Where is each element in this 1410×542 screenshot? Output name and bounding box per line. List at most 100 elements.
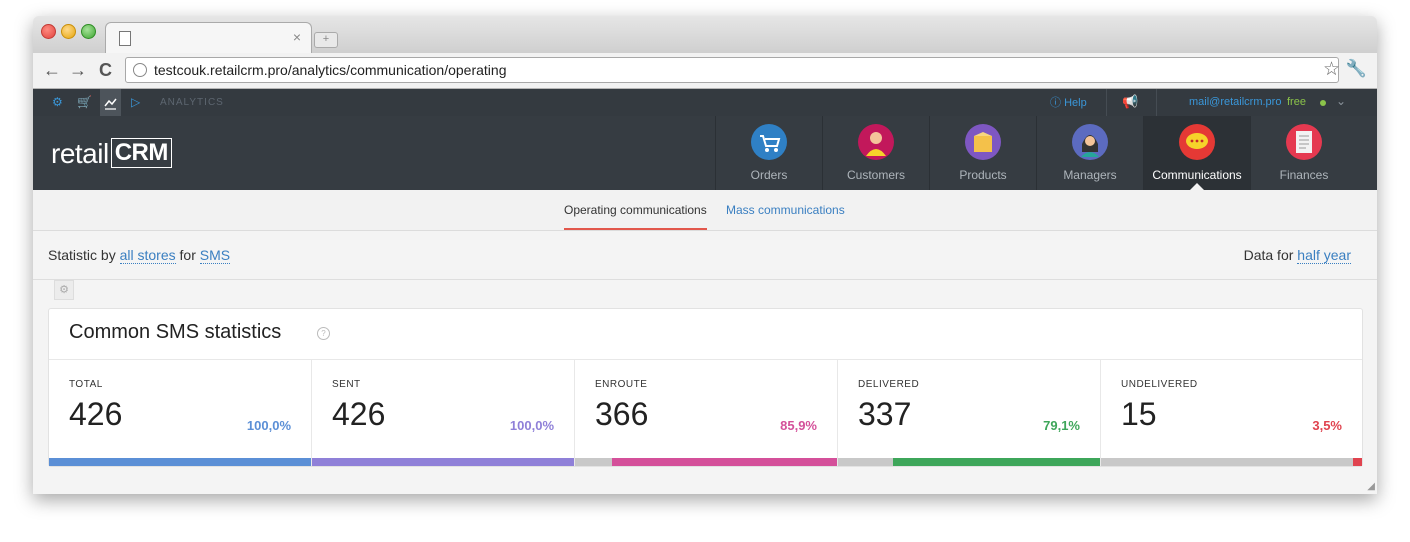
stat-label: UNDELIVERED [1121, 379, 1198, 390]
menu-products[interactable]: Products [929, 116, 1036, 190]
settings-gear-icon[interactable]: ⚙ [52, 95, 63, 109]
logo-crm: CRM [110, 138, 172, 168]
tab-mass-communications[interactable]: Mass communications [726, 203, 845, 217]
filter-for: for [179, 247, 196, 263]
help-link[interactable]: ⓘ Help [1050, 94, 1087, 110]
customer-icon [858, 124, 894, 160]
card-title: Common SMS statistics [69, 321, 282, 343]
stat-value: 426 [69, 396, 123, 432]
period-link[interactable]: half year [1297, 247, 1351, 264]
stat-value: 366 [595, 396, 649, 432]
back-arrow-icon[interactable]: ← [43, 60, 61, 81]
minimize-window-button[interactable] [61, 24, 76, 39]
divider [1106, 89, 1107, 116]
retailcrm-logo[interactable]: retail CRM [51, 138, 172, 170]
stat-percent: 85,9% [780, 418, 817, 433]
active-caret [1190, 183, 1204, 190]
menu-finances[interactable]: Finances [1250, 116, 1357, 190]
stat-sent: SENT 426 100,0% [312, 360, 575, 466]
stores-link[interactable]: all stores [119, 247, 176, 264]
stat-label: SENT [332, 379, 361, 390]
data-for-label: Data for [1243, 247, 1294, 263]
play-icon[interactable]: ▷ [131, 95, 140, 109]
progress-fill [892, 458, 1100, 466]
filter-prefix: Statistic by [48, 247, 116, 263]
stat-percent: 3,5% [1312, 418, 1342, 433]
sms-statistics-card: Common SMS statistics ? TOTAL 426 100,0%… [48, 308, 1363, 467]
account-email[interactable]: mail@retailcrm.pro [1189, 96, 1281, 108]
progress-track [575, 458, 837, 466]
close-tab-icon[interactable]: × [293, 29, 301, 45]
stat-percent: 100,0% [246, 418, 291, 433]
app-header: retail CRM Orders Customers Products Mana… [33, 116, 1377, 190]
menu-label: Managers [1063, 168, 1117, 182]
new-tab-button[interactable]: + [314, 32, 338, 48]
section-label: ANALYTICS [160, 97, 224, 108]
menu-label: Products [959, 168, 1007, 182]
bookmark-star-icon[interactable]: ☆ [1323, 58, 1340, 81]
megaphone-icon[interactable]: 📢 [1122, 94, 1138, 110]
stat-delivered: DELIVERED 337 79,1% [838, 360, 1101, 466]
progress-fill [1352, 458, 1362, 466]
browser-window: × + ← → C testcouk.retailcrm.pro/analyti… [33, 16, 1377, 494]
help-icon[interactable]: ? [317, 327, 330, 340]
chevron-down-icon[interactable]: ⌄ [1336, 94, 1346, 108]
menu-label: Communications [1152, 168, 1242, 182]
menu-communications[interactable]: Communications [1143, 116, 1250, 190]
stat-value: 426 [332, 396, 386, 432]
stat-label: DELIVERED [858, 379, 920, 390]
channel-link[interactable]: SMS [199, 247, 231, 264]
menu-managers[interactable]: Managers [1036, 116, 1143, 190]
stat-label: TOTAL [69, 379, 103, 390]
zoom-window-button[interactable] [81, 24, 96, 39]
progress-track [312, 458, 574, 466]
stat-value: 15 [1121, 396, 1157, 432]
menu-label: Customers [846, 168, 905, 182]
cart-small-icon[interactable]: 🛒 [77, 95, 92, 109]
resize-handle-icon[interactable]: ◢ [1367, 481, 1375, 492]
browser-toolbar: ← → C testcouk.retailcrm.pro/analytics/c… [33, 53, 1377, 89]
progress-track [838, 458, 1100, 466]
period-filter: Data for half year [1243, 247, 1351, 264]
menu-label: Orders [750, 168, 788, 182]
page-icon [119, 31, 131, 46]
widget-settings-icon[interactable]: ⚙ [54, 280, 74, 300]
analytics-active-tab[interactable] [100, 89, 121, 116]
stat-undelivered: UNDELIVERED 15 3,5% [1101, 360, 1362, 466]
stat-enroute: ENROUTE 366 85,9% [575, 360, 838, 466]
help-label: Help [1064, 97, 1087, 109]
progress-fill [49, 458, 311, 466]
stat-value: 337 [858, 396, 912, 432]
reload-icon[interactable]: C [99, 60, 112, 81]
progress-fill [611, 458, 837, 466]
cart-icon [751, 124, 787, 160]
tab-operating-communications[interactable]: Operating communications [564, 203, 707, 217]
url-text[interactable]: testcouk.retailcrm.pro/analytics/communi… [154, 62, 507, 78]
status-dot [1320, 100, 1326, 106]
forward-arrow-icon[interactable]: → [69, 60, 87, 81]
progress-track [1101, 458, 1362, 466]
manager-icon [1072, 124, 1108, 160]
stat-percent: 79,1% [1043, 418, 1080, 433]
stat-label: ENROUTE [595, 379, 648, 390]
stat-percent: 100,0% [509, 418, 554, 433]
logo-text: retail [51, 138, 109, 169]
menu-label: Finances [1279, 168, 1329, 182]
menu-customers[interactable]: Customers [822, 116, 929, 190]
menu-orders[interactable]: Orders [715, 116, 822, 190]
tab-bar: × + [33, 16, 1377, 54]
browser-tab[interactable]: × [105, 22, 312, 54]
stat-total: TOTAL 426 100,0% [49, 360, 312, 466]
finances-icon [1286, 124, 1322, 160]
sub-navigation: Operating communications Mass communicat… [33, 190, 1377, 231]
filter-row: Statistic by all stores for SMS Data for… [33, 231, 1377, 280]
box-icon [965, 124, 1001, 160]
plan-label: free [1287, 96, 1306, 108]
progress-fill [312, 458, 574, 466]
globe-icon [133, 63, 147, 77]
progress-track [49, 458, 311, 466]
wrench-icon[interactable]: 🔧 [1346, 59, 1367, 79]
active-tab-underline [564, 228, 707, 230]
close-window-button[interactable] [41, 24, 56, 39]
address-bar[interactable]: testcouk.retailcrm.pro/analytics/communi… [125, 57, 1340, 83]
